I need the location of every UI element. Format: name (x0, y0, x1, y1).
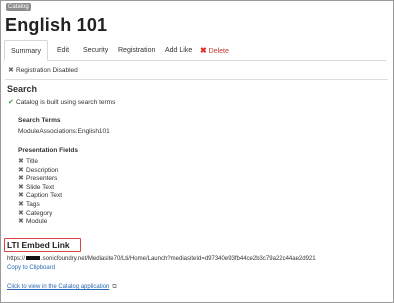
checkmark-icon: ✔ (8, 99, 14, 106)
presentation-fields-list: ✖ Title ✖ Description ✖ Presenters ✖ Slide T… (18, 158, 62, 227)
field-label: Tags (26, 200, 40, 208)
close-icon: ✖ (18, 218, 24, 226)
search-heading: Search (7, 84, 38, 94)
list-item: ✖ Title (18, 158, 62, 167)
tab-summary[interactable]: Summary (4, 40, 48, 61)
tab-label: Registration (118, 47, 156, 54)
tab-edit[interactable]: Edit (51, 40, 75, 61)
close-icon: ✖ (8, 67, 14, 74)
field-label: Category (26, 209, 53, 217)
close-icon: ✖ (18, 175, 24, 183)
page-title: English 101 (5, 15, 108, 35)
search-status: ✔ Catalog is built using search terms (8, 98, 115, 106)
divider (5, 79, 388, 80)
tab-label: Delete (208, 48, 229, 55)
list-item: ✖ Tags (18, 201, 62, 210)
redaction-bar (26, 256, 41, 261)
field-label: Description (26, 166, 59, 174)
field-label: Slide Text (26, 183, 55, 191)
tab-delete[interactable]: ✖ Delete (194, 40, 235, 61)
catalog-app-link[interactable]: Click to view in the Catalog application… (7, 284, 117, 291)
lti-heading: LTI Embed Link (7, 240, 70, 250)
tab-label: Add Like (165, 47, 193, 54)
lti-url: https:// .sonicfoundry.net/Mediasite70/Lt… (7, 256, 316, 262)
catalog-app-link-label: Click to view in the Catalog application (7, 284, 110, 290)
lti-url-prefix: https:// (7, 256, 26, 262)
catalog-badge: Catalog (6, 3, 31, 11)
list-item: ✖ Description (18, 167, 62, 176)
field-label: Module (26, 218, 48, 226)
external-link-icon: ⧉ (112, 284, 117, 290)
tab-bar: Summary Edit Security Registration Add L… (4, 40, 386, 61)
close-icon: ✖ (18, 192, 24, 200)
close-icon: ✖ (18, 200, 24, 208)
close-icon: ✖ (200, 46, 207, 55)
search-terms-value: ModuleAssociations:English101 (18, 128, 110, 135)
tab-registration[interactable]: Registration (112, 40, 161, 61)
search-status-text: Catalog is built using search terms (16, 99, 116, 106)
tab-label: Security (83, 47, 109, 54)
list-item: ✖ Category (18, 210, 62, 219)
copy-to-clipboard-link[interactable]: Copy to Clipboard (7, 265, 55, 271)
copy-to-clipboard-label: Copy to Clipboard (7, 265, 56, 271)
field-label: Title (26, 158, 39, 165)
list-item: ✖ Slide Text (18, 184, 62, 193)
registration-status: ✖ Registration Disabled (8, 66, 78, 74)
list-item: ✖ Module (18, 218, 62, 227)
registration-status-text: Registration Disabled (16, 67, 78, 74)
tab-add-like[interactable]: Add Like (159, 40, 198, 61)
close-icon: ✖ (18, 166, 24, 174)
presentation-fields-heading: Presentation Fields (18, 147, 78, 154)
field-label: Caption Text (26, 192, 63, 200)
list-item: ✖ Presenters (18, 175, 62, 184)
search-terms-heading: Search Terms (18, 117, 61, 124)
lti-url-suffix: .sonicfoundry.net/Mediasite70/Lti/Home/L… (41, 256, 316, 262)
list-item: ✖ Caption Text (18, 192, 62, 201)
close-icon: ✖ (18, 209, 24, 217)
close-icon: ✖ (18, 183, 24, 191)
tab-label: Edit (57, 47, 70, 54)
close-icon: ✖ (18, 158, 24, 165)
tab-label: Summary (11, 48, 41, 55)
field-label: Presenters (26, 175, 58, 183)
tab-security[interactable]: Security (77, 40, 114, 61)
